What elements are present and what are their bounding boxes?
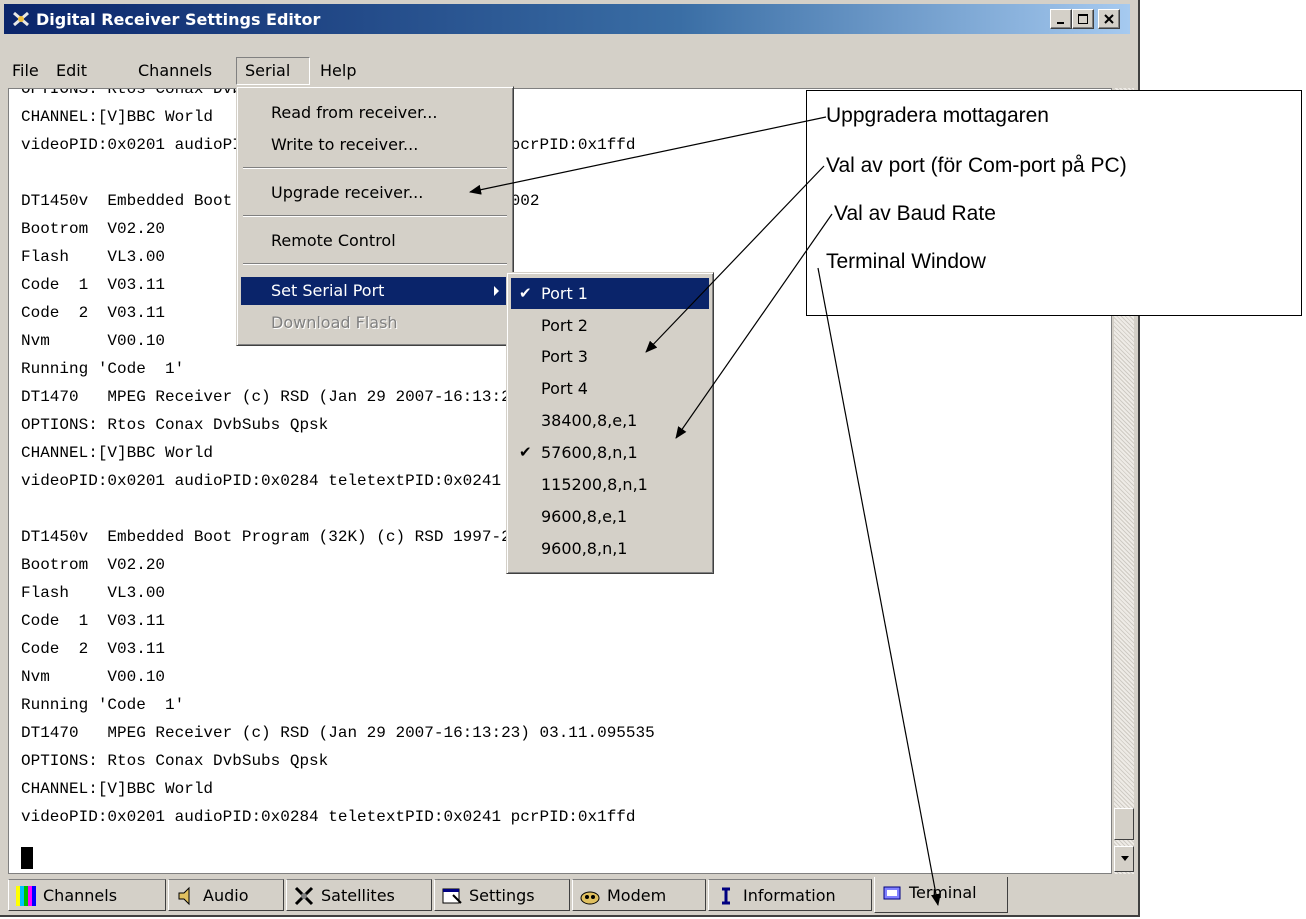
arrow-upgrade — [469, 116, 827, 195]
arrow-baud — [675, 213, 833, 439]
arrow-terminal — [817, 267, 941, 906]
arrow-port — [645, 165, 825, 353]
annotation-arrows — [469, 116, 941, 906]
